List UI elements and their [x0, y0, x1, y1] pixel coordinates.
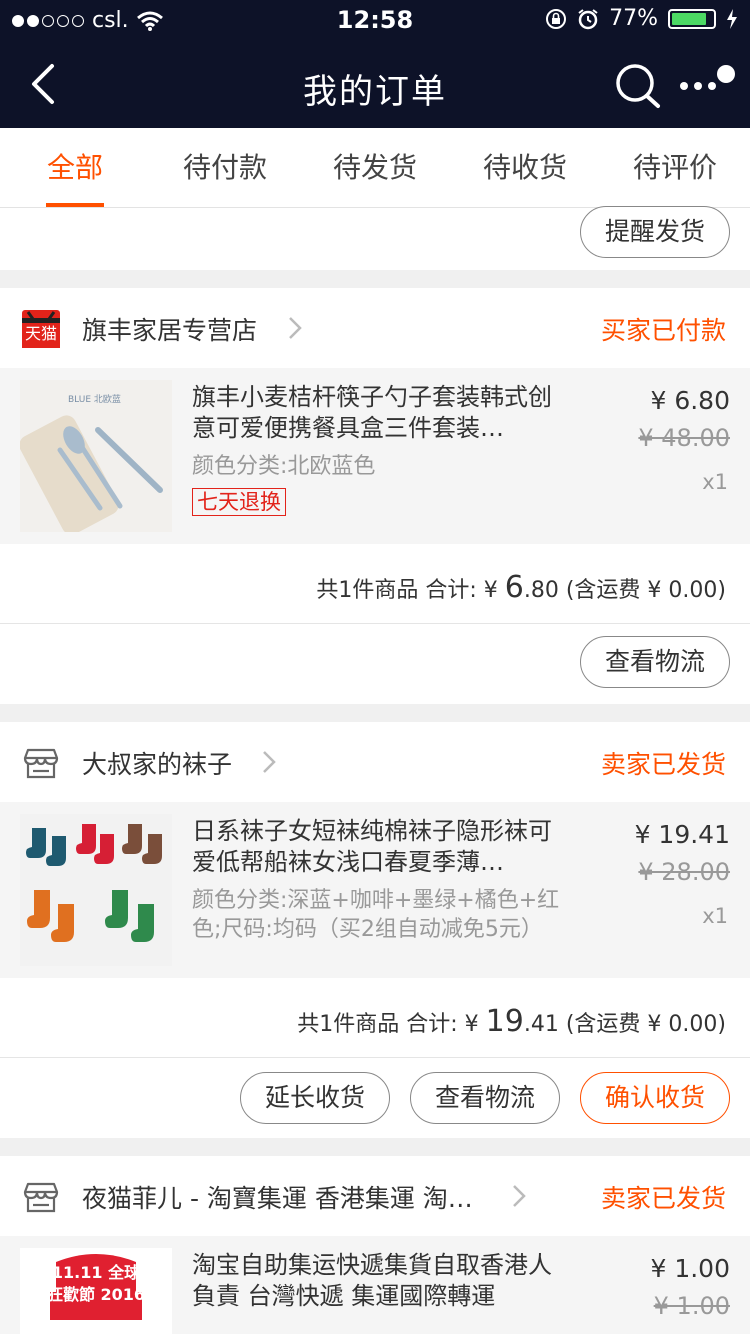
product-quantity: x1 [702, 470, 728, 494]
status-bar: csl. 12:58 77% [0, 0, 750, 40]
order-card: 天猫 旗丰家居专营店 买家已付款 BLUE 北欧蓝 旗丰小麦桔杆筷子勺子套装韩式… [0, 288, 750, 704]
chevron-right-icon [513, 1185, 526, 1207]
product-original-price: ¥ 1.00 [653, 1292, 730, 1320]
confirm-receipt-button[interactable]: 确认收货 [580, 1072, 730, 1124]
shop-header[interactable]: 大叔家的袜子 卖家已发货 [0, 722, 750, 802]
battery-percent: 77% [609, 6, 658, 31]
tmall-badge-text: 天猫 [24, 324, 57, 343]
tmall-icon: 天猫 [22, 310, 60, 348]
view-logistics-button[interactable]: 查看物流 [410, 1072, 560, 1124]
chevron-right-icon [289, 317, 302, 339]
product-thumbnail: BLUE 北欧蓝 [20, 380, 172, 532]
order-card: 大叔家的袜子 卖家已发货 日系袜子女短袜纯棉袜子隐形袜可爱低帮船袜女浅口春夏季薄… [0, 722, 750, 1138]
summary-prefix: 共1件商品 合计: ¥ [316, 578, 505, 603]
order-total: 共1件商品 合计: ¥ 6.80 (含运费 ¥ 0.00) [316, 570, 726, 605]
store-icon [23, 748, 59, 779]
order-card: 夜猫菲儿 - 淘寶集運 香港集運 淘… 卖家已发货 11.11 全球狂歡節 20… [0, 1156, 750, 1334]
thumbnail-caption: 11.11 全球狂歡節 2016 [46, 1263, 146, 1304]
product-title: 淘宝自助集运快遞集貨自取香港人負責 台灣快遞 集運國際轉運 [192, 1251, 552, 1310]
remind-shipment-button[interactable]: 提醒发货 [580, 206, 730, 258]
shop-header[interactable]: 夜猫菲儿 - 淘寶集運 香港集運 淘… 卖家已发货 [0, 1156, 750, 1236]
top-bar: csl. 12:58 77% 我的订单 [0, 0, 750, 128]
product-thumbnail: 11.11 全球狂歡節 2016 [20, 1248, 172, 1334]
thumbnail-caption: BLUE 北欧蓝 [68, 395, 121, 405]
shop-header[interactable]: 天猫 旗丰家居专营店 买家已付款 [0, 288, 750, 368]
view-logistics-button[interactable]: 查看物流 [580, 636, 730, 688]
store-icon [23, 1182, 59, 1213]
order-tabs: 全部 待付款 待发货 待收货 待评价 [0, 128, 750, 208]
summary-total-int: 19 [485, 1004, 524, 1039]
rotation-lock-icon [546, 8, 567, 29]
product-spec: 颜色分类:深蓝+咖啡+墨绿+橘色+红色;尺码:均码（买2组自动减免5元） [192, 888, 560, 942]
product-thumbnail [20, 814, 172, 966]
product-price: ¥ 1.00 [650, 1254, 730, 1283]
tab-all[interactable]: 全部 [0, 128, 150, 207]
previous-order-actions: 提醒发货 [0, 206, 750, 270]
shop-name: 大叔家的袜子 [82, 750, 233, 779]
order-total: 共1件商品 合计: ¥ 19.41 (含运费 ¥ 0.00) [297, 1004, 726, 1039]
extend-receipt-button[interactable]: 延长收货 [240, 1072, 390, 1124]
summary-shipping: (含运费 ¥ 0.00) [558, 1012, 726, 1037]
order-status: 卖家已发货 [600, 1184, 726, 1213]
alarm-icon [578, 8, 598, 29]
product-price: ¥ 6.80 [650, 386, 730, 415]
tab-pending-shipment[interactable]: 待发货 [300, 128, 450, 207]
order-item[interactable]: BLUE 北欧蓝 旗丰小麦桔杆筷子勺子套装韩式创意可爱便携餐具盒三件套装… 颜色… [0, 368, 750, 544]
order-summary: 共1件商品 合计: ¥ 6.80 (含运费 ¥ 0.00) [0, 544, 750, 624]
order-status: 买家已付款 [600, 316, 726, 345]
summary-shipping: (含运费 ¥ 0.00) [558, 578, 726, 603]
shop-name: 旗丰家居专营店 [82, 316, 258, 345]
more-options-icon[interactable] [674, 60, 738, 108]
product-price: ¥ 19.41 [634, 820, 730, 849]
return-policy-badge: 七天退换 [192, 488, 286, 516]
shop-name: 夜猫菲儿 - 淘寶集運 香港集運 淘… [82, 1184, 473, 1213]
chevron-right-icon [263, 751, 276, 773]
order-item[interactable]: 日系袜子女短袜纯棉袜子隐形袜可爱低帮船袜女浅口春夏季薄… 颜色分类:深蓝+咖啡+… [0, 802, 750, 978]
battery-icon [668, 8, 716, 29]
product-spec: 颜色分类:北欧蓝色 [192, 454, 376, 479]
summary-total-int: 6 [504, 570, 524, 605]
summary-total-dec: .80 [523, 578, 559, 603]
product-title: 旗丰小麦桔杆筷子勺子套装韩式创意可爱便携餐具盒三件套装… [192, 383, 552, 442]
tab-pending-receipt[interactable]: 待收货 [450, 128, 600, 207]
tab-pending-review[interactable]: 待评价 [600, 128, 750, 207]
search-icon[interactable] [614, 62, 662, 110]
product-original-price: ¥ 48.00 [638, 424, 730, 452]
nav-bar: 我的订单 [0, 40, 750, 128]
order-summary: 共1件商品 合计: ¥ 19.41 (含运费 ¥ 0.00) [0, 978, 750, 1058]
order-item[interactable]: 11.11 全球狂歡節 2016 淘宝自助集运快遞集貨自取香港人負責 台灣快遞 … [0, 1236, 750, 1334]
charging-icon [727, 8, 737, 29]
summary-prefix: 共1件商品 合计: ¥ [297, 1012, 486, 1037]
status-right: 77% [545, 6, 738, 31]
product-original-price: ¥ 28.00 [638, 858, 730, 886]
summary-total-dec: .41 [523, 1012, 559, 1037]
order-status: 卖家已发货 [600, 750, 726, 779]
product-title: 日系袜子女短袜纯棉袜子隐形袜可爱低帮船袜女浅口春夏季薄… [192, 817, 552, 876]
tab-pending-payment[interactable]: 待付款 [150, 128, 300, 207]
product-quantity: x1 [702, 904, 728, 928]
